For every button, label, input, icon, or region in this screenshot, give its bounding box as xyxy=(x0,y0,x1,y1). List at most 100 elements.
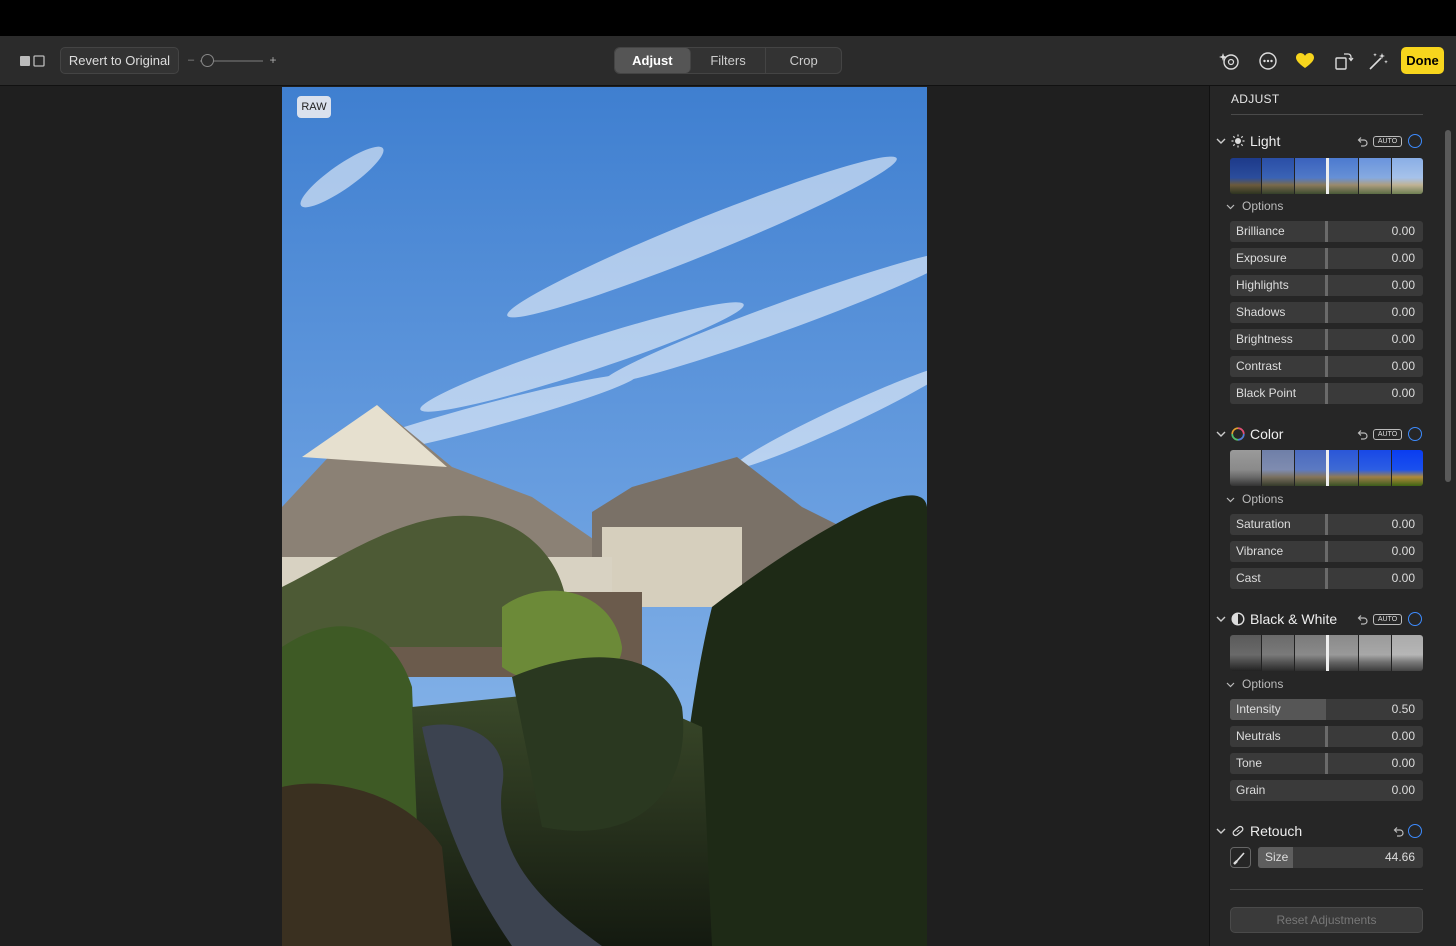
chevron-down-icon[interactable] xyxy=(1216,429,1226,439)
tab-adjust[interactable]: Adjust xyxy=(615,48,691,73)
slider-shadows[interactable]: Shadows 0.00 xyxy=(1230,302,1423,323)
slider-saturation[interactable]: Saturation 0.00 xyxy=(1230,514,1423,535)
slider-highlights[interactable]: Highlights 0.00 xyxy=(1230,275,1423,296)
slider-label: Shadows xyxy=(1236,305,1286,319)
slider-label: Brilliance xyxy=(1236,224,1285,238)
slider-brilliance[interactable]: Brilliance 0.00 xyxy=(1230,221,1423,242)
color-thumbnail-strip[interactable] xyxy=(1230,450,1423,486)
chevron-down-icon[interactable] xyxy=(1216,136,1226,146)
section-toggle[interactable] xyxy=(1408,134,1422,148)
raw-badge: RAW xyxy=(297,96,331,118)
color-wheel-icon xyxy=(1231,427,1245,441)
slider-value: 0.00 xyxy=(1391,305,1415,319)
slider-value: 0.00 xyxy=(1391,278,1415,292)
slider-value: 0.00 xyxy=(1391,729,1415,743)
auto-button[interactable]: AUTO xyxy=(1373,429,1402,440)
slider-label: Grain xyxy=(1236,783,1266,797)
options-label: Options xyxy=(1242,492,1284,506)
section-toggle[interactable] xyxy=(1408,427,1422,441)
edit-mode-tabs: Adjust Filters Crop xyxy=(614,47,842,74)
chevron-down-icon xyxy=(1226,682,1235,688)
revert-to-original-button[interactable]: Revert to Original xyxy=(60,47,179,74)
slider-intensity[interactable]: Intensity 0.50 xyxy=(1230,699,1423,720)
slider-grain[interactable]: Grain 0.00 xyxy=(1230,780,1423,801)
slider-label: Tone xyxy=(1236,756,1263,770)
light-options-toggle[interactable]: Options xyxy=(1226,199,1346,215)
undo-icon[interactable] xyxy=(1356,135,1368,147)
section-retouch-label: Retouch xyxy=(1250,823,1303,839)
done-button[interactable]: Done xyxy=(1401,47,1444,74)
slider-label: Saturation xyxy=(1236,517,1291,531)
options-label: Options xyxy=(1242,199,1284,213)
slider-exposure[interactable]: Exposure 0.00 xyxy=(1230,248,1423,269)
section-toggle[interactable] xyxy=(1408,824,1422,838)
slider-cast[interactable]: Cast 0.00 xyxy=(1230,568,1423,589)
bw-thumbnail-strip[interactable] xyxy=(1230,635,1423,671)
section-retouch-header[interactable]: Retouch xyxy=(1209,822,1456,842)
slider-label: Intensity xyxy=(1236,702,1281,716)
section-color-label: Color xyxy=(1250,426,1284,442)
enhance-history-icon[interactable] xyxy=(1219,50,1241,72)
undo-icon[interactable] xyxy=(1392,825,1404,837)
brush-icon xyxy=(1233,852,1245,865)
tab-crop[interactable]: Crop xyxy=(766,48,841,73)
favorite-heart-icon[interactable] xyxy=(1294,50,1316,72)
zoom-in-label: + xyxy=(269,53,277,67)
rotate-icon[interactable] xyxy=(1332,50,1354,72)
chevron-down-icon[interactable] xyxy=(1216,614,1226,624)
slider-label: Brightness xyxy=(1236,332,1293,346)
slider-value: 0.00 xyxy=(1391,783,1415,797)
bw-options-toggle[interactable]: Options xyxy=(1226,677,1346,693)
light-thumbnail-strip[interactable] xyxy=(1230,158,1423,194)
sidebar-title: ADJUST xyxy=(1231,92,1280,106)
section-bw-header[interactable]: Black & White AUTO xyxy=(1209,610,1456,630)
slider-brightness[interactable]: Brightness 0.00 xyxy=(1230,329,1423,350)
thumbnail-cursor[interactable] xyxy=(1326,635,1329,671)
section-light-header[interactable]: Light AUTO xyxy=(1209,132,1456,152)
reset-adjustments-button[interactable]: Reset Adjustments xyxy=(1230,907,1423,933)
photo-preview xyxy=(282,87,927,946)
slider-value: 0.00 xyxy=(1391,251,1415,265)
divider xyxy=(1230,889,1423,890)
slider-retouch-size[interactable]: Size 44.66 xyxy=(1258,847,1423,868)
thumbnail-cursor[interactable] xyxy=(1326,158,1329,194)
slider-label: Exposure xyxy=(1236,251,1287,265)
section-color-header[interactable]: Color AUTO xyxy=(1209,425,1456,445)
slider-value: 0.00 xyxy=(1391,756,1415,770)
slider-label: Highlights xyxy=(1236,278,1289,292)
auto-button[interactable]: AUTO xyxy=(1373,136,1402,147)
thumbnail-cursor[interactable] xyxy=(1326,450,1329,486)
retouch-brush-button[interactable] xyxy=(1230,847,1251,868)
color-options-toggle[interactable]: Options xyxy=(1226,492,1346,508)
section-toggle[interactable] xyxy=(1408,612,1422,626)
slider-label: Size xyxy=(1265,850,1289,864)
slider-value: 0.00 xyxy=(1391,386,1415,400)
slider-value: 0.00 xyxy=(1391,332,1415,346)
slider-label: Contrast xyxy=(1236,359,1282,373)
slider-contrast[interactable]: Contrast 0.00 xyxy=(1230,356,1423,377)
zoom-out-label: – xyxy=(187,54,195,66)
half-circle-icon xyxy=(1231,612,1245,626)
slider-value: 0.00 xyxy=(1391,224,1415,238)
zoom-slider-knob[interactable] xyxy=(201,54,214,67)
sun-icon xyxy=(1231,134,1245,148)
section-light-label: Light xyxy=(1250,133,1281,149)
auto-button[interactable]: AUTO xyxy=(1373,614,1402,625)
side-by-side-icon[interactable] xyxy=(18,53,46,69)
chevron-down-icon xyxy=(1226,204,1235,210)
slider-neutrals[interactable]: Neutrals 0.00 xyxy=(1230,726,1423,747)
edit-toolbar: Revert to Original – + Adjust Filters Cr… xyxy=(0,36,1456,86)
chevron-down-icon xyxy=(1226,497,1235,503)
chevron-down-icon[interactable] xyxy=(1216,826,1226,836)
undo-icon[interactable] xyxy=(1356,428,1368,440)
undo-icon[interactable] xyxy=(1356,613,1368,625)
window-title-bar xyxy=(0,0,1456,36)
slider-value: 0.00 xyxy=(1391,359,1415,373)
options-label: Options xyxy=(1242,677,1284,691)
slider-black-point[interactable]: Black Point 0.00 xyxy=(1230,383,1423,404)
more-icon[interactable] xyxy=(1257,50,1279,72)
auto-enhance-icon[interactable] xyxy=(1367,50,1389,72)
tab-filters[interactable]: Filters xyxy=(691,48,767,73)
slider-tone[interactable]: Tone 0.00 xyxy=(1230,753,1423,774)
slider-vibrance[interactable]: Vibrance 0.00 xyxy=(1230,541,1423,562)
